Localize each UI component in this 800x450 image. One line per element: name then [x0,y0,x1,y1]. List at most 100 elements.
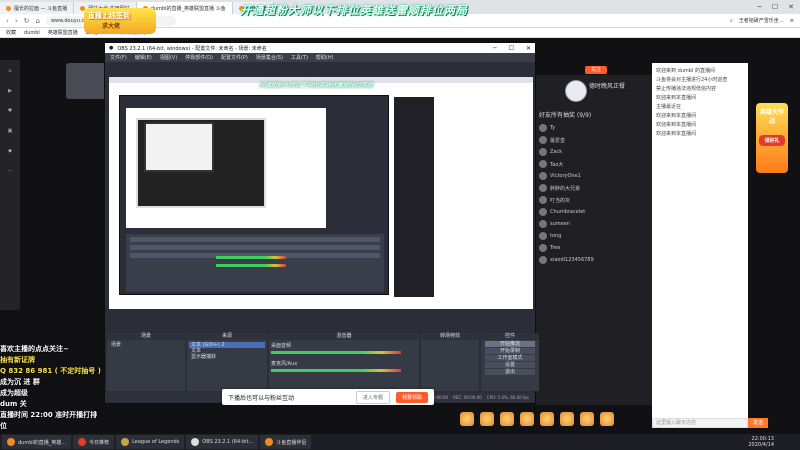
maximize-icon[interactable]: ☐ [509,45,514,52]
search-icon[interactable]: ⌕ [730,18,733,24]
nav-more-icon[interactable]: ⋯ [8,168,13,174]
rank-user: xiaodi123456789 [550,257,594,263]
home-icon[interactable]: ⌂ [36,17,40,25]
bookmark-item[interactable]: 收藏 [6,29,16,36]
minimize-icon[interactable]: ─ [493,45,497,52]
bookmark-item[interactable]: 英雄联盟直播 [48,29,78,36]
chat-line: 斗鱼将会对主播进行24小时巡查 [656,77,728,83]
obs-titlebar: ● OBS 23.2.1 (64-bit, windows) - 配置文件: 未… [105,43,535,53]
ad-title: 英雄大作战 [759,109,784,125]
menu-tools[interactable]: 工具(T) [291,54,308,61]
taskbar-item[interactable]: 斗鱼直播伴侣 [260,435,312,449]
gift-icon[interactable] [480,412,494,426]
send-button[interactable]: 发送 [748,418,768,428]
rank-row[interactable]: Chumbracelet [535,206,652,218]
taskbar-item[interactable]: 今日推荐 [73,435,115,449]
rank-row[interactable]: Zack [535,146,652,158]
rank-row[interactable]: 胖胖的大兄弟 [535,182,652,194]
tab-label: dumbl的直播_英雄联盟直播 斗鱼 [150,5,226,12]
menu-profile[interactable]: 配置文件(P) [221,54,248,61]
dock-header: 场景 [107,333,185,340]
source-item[interactable]: 显示器捕获 [189,354,265,360]
rank-row[interactable]: Tree [535,242,652,254]
nav-game-icon[interactable]: ◆ [8,148,12,154]
address-right: ⌕ 王者铭破产雪乐坐… ≡ [730,17,794,25]
start-recording-button[interactable]: 开始录制 [485,348,535,354]
sources-list: 文本 (GDI+) 2 文本 显示器捕获 [187,340,267,362]
menu-icon[interactable]: ≡ [790,18,794,24]
room-logo [565,80,587,102]
room-side-panel: 德时晚风正餐 好友所有抽奖 (9/9) Ty 最爱皇 Zack Tao大 Vic… [535,75,652,405]
gift-icon[interactable] [520,412,534,426]
close-icon[interactable]: ✕ [788,3,794,11]
menu-help[interactable]: 帮助(H) [316,54,334,61]
ad-button[interactable]: 领好礼 [759,135,785,146]
minimize-icon[interactable]: ─ [758,3,762,11]
alert-cancel-button[interactable]: 进入专题 [355,390,390,404]
event-ad[interactable]: 英雄大作战 领好礼 [756,103,788,173]
room-name: 德时晚风正餐 [589,83,626,90]
browser-tab[interactable]: 擅长的拉面 — 斗鱼直播 [0,2,75,14]
search-suggestion[interactable]: 王者铭破产雪乐坐… [739,17,784,24]
rank-row[interactable]: sumeen [535,218,652,230]
audio-meter [271,351,401,354]
taskbar-item[interactable]: OBS 23.2.1 (64-bit... [186,435,259,449]
menu-view[interactable]: 视图(V) [160,54,177,61]
exit-button[interactable]: 退出 [485,369,535,375]
douyu-companion-icon [265,438,274,446]
rank-row[interactable]: VictoryOne1 [535,170,652,182]
overlay-line: 喜欢主播的点点关注~ [0,345,69,353]
alert-confirm-button[interactable]: 我要领取 [395,391,428,403]
taskbar: dumbl的直播_英雄... 今日推荐 League of Legends OB… [0,434,800,450]
reload-icon[interactable]: ↻ [24,17,30,25]
gift-icon[interactable] [500,412,514,426]
rank-row[interactable]: 最爱皇 [535,134,652,146]
obs-preview[interactable]: 开通超粉大师以下排位英雄送雷顺排位两局 [109,77,533,309]
gift-icon[interactable] [560,412,574,426]
maximize-icon[interactable]: ☐ [772,3,778,11]
rank-row[interactable]: 叮当的灰 [535,194,652,206]
close-icon[interactable]: ✕ [526,45,531,52]
rank-row[interactable]: tong [535,230,652,242]
bookmark-item[interactable]: dumbl [24,30,40,36]
avatar [539,184,547,192]
rec-status: REC: 00:00:00 [453,395,482,400]
scene-item[interactable]: 场景 [109,342,183,348]
taskbar-item[interactable]: dumbl的直播_英雄... [2,435,72,449]
menu-file[interactable]: 文件(F) [110,54,127,61]
rank-row[interactable]: Tao大 [535,158,652,170]
audio-meter [271,369,401,372]
follow-button[interactable]: 关注 [585,66,607,74]
rank-row[interactable]: Ty [535,122,652,134]
gift-icon[interactable] [460,412,474,426]
system-clock[interactable]: 22:00:13 2020/4/14 [748,436,800,448]
nested-audio-meter [216,256,286,259]
nav-video-icon[interactable]: ▣ [8,128,13,134]
menu-edit[interactable]: 编辑(E) [135,54,152,61]
obs-logo-icon: ● [109,45,114,51]
settings-button[interactable]: 设置 [485,362,535,368]
taskbar-item[interactable]: League of Legends [116,435,185,449]
back-icon[interactable]: ‹ [6,17,9,25]
gift-icon[interactable] [580,412,594,426]
gift-icon[interactable] [600,412,614,426]
dock-header: 混音器 [269,333,419,340]
menu-scene-collection[interactable]: 场景集合(S) [256,54,283,61]
nav-follow-icon[interactable]: ♥ [8,108,12,114]
obs-menubar: 文件(F) 编辑(E) 视图(V) 停靠部件(D) 配置文件(P) 场景集合(S… [105,53,535,62]
nav-home-icon[interactable]: ⌂ [8,68,11,74]
gift-icon[interactable] [540,412,554,426]
preview-capture: 开通超粉大师以下排位英雄送雷顺排位两局 [109,77,533,309]
start-streaming-button[interactable]: 开始推流 [485,341,535,347]
rank-user: Tao大 [550,161,564,168]
mixer-dock: 混音器 桌面音频 麦克风/Aux [269,333,419,391]
chat-input[interactable]: 这里输入聊天内容 [652,418,748,428]
studio-mode-button[interactable]: 工作室模式 [485,355,535,361]
menu-docks[interactable]: 停靠部件(D) [185,54,213,61]
streamer-avatar[interactable] [66,63,106,99]
rank-row[interactable]: xiaodi123456789 [535,254,652,266]
controls-dock: 控件 开始推流 开始录制 工作室模式 设置 退出 [481,333,539,391]
nav-live-icon[interactable]: ▶ [8,88,12,94]
badge-title: 直播上线签到 [88,12,130,20]
forward-icon[interactable]: › [15,17,18,25]
